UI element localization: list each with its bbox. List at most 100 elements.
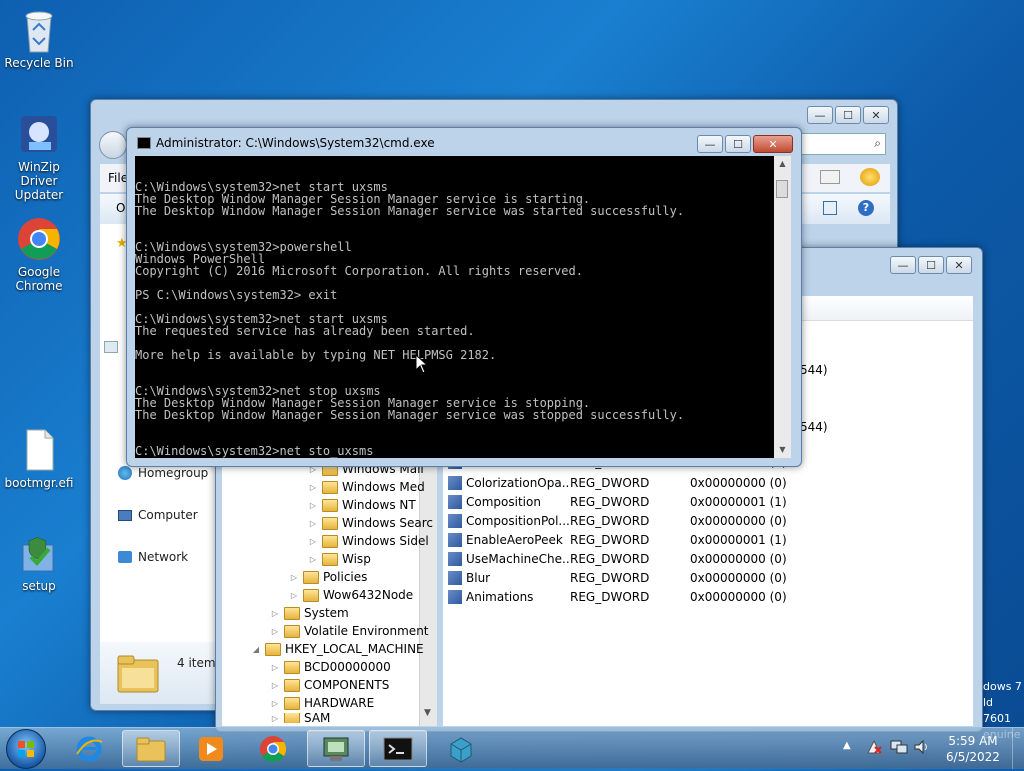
preview-pane-icon[interactable]	[823, 201, 837, 215]
expander-icon[interactable]: ▷	[308, 519, 318, 528]
expander-icon[interactable]: ▷	[289, 573, 299, 582]
folder-icon	[322, 498, 338, 512]
reg-dword-icon	[448, 590, 462, 604]
registry-value-row[interactable]: EnableAeroPeek REG_DWORD 0x00000001 (1)	[448, 531, 787, 549]
network-icon	[118, 551, 132, 563]
nav-computer[interactable]: Computer	[118, 508, 198, 522]
scroll-down-arrow-icon[interactable]: ▼	[774, 442, 791, 458]
volume-icon[interactable]	[913, 739, 931, 755]
desktop-icon-chrome[interactable]: Google Chrome	[1, 217, 77, 293]
taskbar: ▲ 5:59 AM 6/5/2022	[0, 727, 1024, 769]
expander-icon[interactable]: ▷	[270, 663, 280, 672]
registry-value-row[interactable]: CompositionPol... REG_DWORD 0x00000000 (…	[448, 512, 787, 530]
shell-icon[interactable]	[860, 168, 880, 186]
scroll-up-arrow-icon[interactable]: ▲	[774, 156, 791, 172]
toolbar-organize[interactable]: O	[116, 201, 125, 215]
desktop-icon-bootmgr[interactable]: bootmgr.efi	[1, 428, 77, 490]
tree-item[interactable]: ▷ HARDWARE	[270, 696, 374, 710]
taskbar-media-player[interactable]	[182, 730, 240, 767]
start-button[interactable]	[6, 729, 46, 769]
taskbar-explorer[interactable]	[122, 730, 180, 767]
expander-icon[interactable]: ▷	[308, 501, 318, 510]
show-hidden-icons-icon[interactable]: ▲	[843, 740, 851, 751]
value-data: 0x00000000 (0)	[690, 514, 787, 528]
tree-label: SAM	[304, 713, 331, 723]
clock[interactable]: 5:59 AM 6/5/2022	[940, 733, 1006, 765]
tree-item[interactable]: ▷ Windows NT	[308, 498, 416, 512]
minimize-button[interactable]: —	[890, 256, 916, 274]
tree-item[interactable]: ▷ Windows Sidel	[308, 534, 429, 548]
expander-icon[interactable]: ▷	[270, 699, 280, 708]
tree-item[interactable]: ▷ Volatile Environment	[270, 624, 429, 638]
expander-icon[interactable]: ▷	[289, 591, 299, 600]
tree-label: Wow6432Node	[323, 588, 414, 602]
desktop-icon-recycle-bin[interactable]: Recycle Bin	[1, 8, 77, 70]
maximize-button[interactable]: ☐	[725, 135, 751, 153]
folder-icon	[284, 606, 300, 620]
folder-icon	[322, 552, 338, 566]
taskbar-cmd[interactable]	[369, 730, 427, 767]
email-icon[interactable]	[820, 170, 840, 184]
media-player-icon	[199, 736, 223, 761]
network-status-icon[interactable]	[890, 739, 908, 755]
tree-item[interactable]: ▷ Windows Searc	[308, 516, 433, 530]
expander-icon[interactable]: ▷	[270, 714, 280, 723]
mouse-cursor-icon	[415, 353, 429, 377]
value-data: 0x00000000 (0)	[690, 476, 787, 490]
show-desktop-button[interactable]	[1012, 728, 1024, 769]
tree-item[interactable]: ▷ Wow6432Node	[289, 588, 413, 602]
expander-icon[interactable]: ▷	[308, 537, 318, 546]
tree-item[interactable]: ▷ BCD00000000	[270, 660, 391, 674]
reg-dword-icon	[448, 495, 462, 509]
libraries-icon[interactable]	[104, 341, 118, 353]
expander-icon[interactable]: ▷	[270, 681, 280, 690]
cmd-console[interactable]: C:\Windows\system32>net start uxsms The D…	[135, 156, 774, 458]
taskbar-regedit[interactable]	[307, 730, 365, 767]
value-name: ColorizationOpa...	[466, 476, 570, 490]
tree-item[interactable]: ▷ System	[270, 606, 349, 620]
registry-value-row[interactable]: Animations REG_DWORD 0x00000000 (0)	[448, 588, 787, 606]
search-input[interactable]: ⌕	[800, 133, 886, 155]
tree-item[interactable]: ▷ Windows Med	[308, 480, 425, 494]
cmd-window: Administrator: C:\Windows\System32\cmd.e…	[126, 127, 802, 467]
registry-value-row[interactable]: Composition REG_DWORD 0x00000001 (1)	[448, 493, 787, 511]
expander-icon[interactable]: ◢	[251, 645, 261, 654]
scroll-down-arrow-icon[interactable]: ▼	[419, 705, 436, 722]
taskbar-internet-explorer[interactable]	[60, 730, 118, 767]
expander-icon[interactable]: ▷	[308, 555, 318, 564]
tree-item[interactable]: ▷ SAM	[270, 713, 330, 723]
tree-label: COMPONENTS	[304, 678, 390, 692]
close-button[interactable]: ✕	[753, 135, 793, 153]
tree-item[interactable]: ▷ COMPONENTS	[270, 678, 389, 692]
value-name: EnableAeroPeek	[466, 533, 563, 547]
maximize-button[interactable]: ☐	[918, 256, 944, 274]
scroll-thumb[interactable]	[776, 180, 788, 198]
desktop-icon-label: Recycle Bin	[4, 56, 74, 70]
expander-icon[interactable]: ▷	[270, 609, 280, 618]
tree-item[interactable]: ▷ Wisp	[308, 552, 371, 566]
console-line: C:\Windows\system32>net sto_uxsms	[135, 444, 374, 458]
tree-item[interactable]: ▷ Policies	[289, 570, 367, 584]
maximize-button[interactable]: ☐	[835, 106, 861, 124]
desktop-icon-setup[interactable]: setup	[1, 531, 77, 593]
registry-value-row[interactable]: UseMachineChe... REG_DWORD 0x00000000 (0…	[448, 550, 787, 568]
close-button[interactable]: ✕	[946, 256, 972, 274]
nav-homegroup[interactable]: Homegroup	[118, 466, 208, 480]
registry-value-row[interactable]: Blur REG_DWORD 0x00000000 (0)	[448, 569, 787, 587]
help-icon[interactable]: ?	[858, 200, 874, 216]
minimize-button[interactable]: —	[807, 106, 833, 124]
taskbar-installer[interactable]	[432, 730, 490, 767]
action-center-icon[interactable]	[866, 739, 882, 755]
cmd-scrollbar[interactable]: ▲ ▼	[774, 156, 791, 458]
nav-network[interactable]: Network	[118, 550, 188, 564]
expander-icon[interactable]: ▷	[308, 483, 318, 492]
registry-value-row[interactable]: ColorizationOpa... REG_DWORD 0x00000000 …	[448, 474, 787, 492]
close-button[interactable]: ✕	[863, 106, 889, 124]
tree-item[interactable]: ◢ HKEY_LOCAL_MACHINE	[251, 642, 424, 656]
expander-icon[interactable]: ▷	[270, 627, 280, 636]
back-button[interactable]	[99, 131, 127, 159]
minimize-button[interactable]: —	[697, 135, 723, 153]
value-name: Animations	[466, 590, 534, 604]
desktop-icon-winzip[interactable]: WinZip Driver Updater	[1, 112, 77, 202]
taskbar-chrome[interactable]	[244, 730, 302, 767]
